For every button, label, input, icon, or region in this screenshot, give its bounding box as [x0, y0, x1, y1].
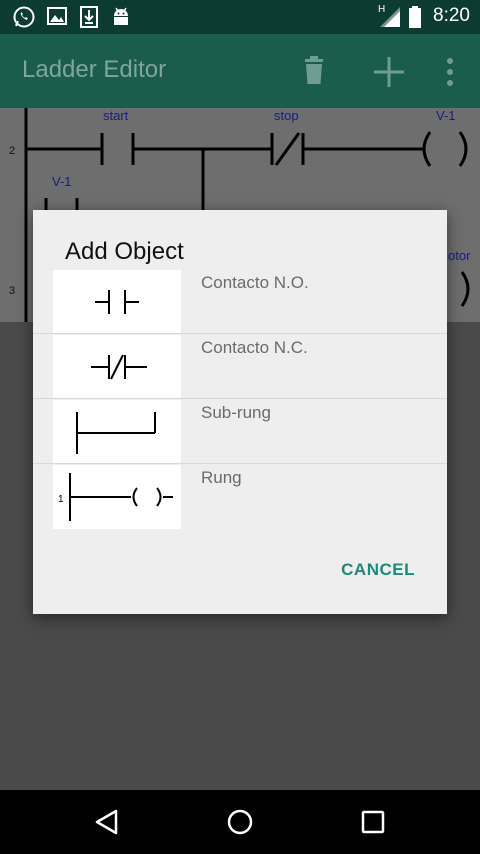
download-icon — [80, 6, 98, 28]
whatsapp-icon — [13, 6, 35, 28]
divider — [33, 463, 447, 464]
add-object-dialog: Add Object Contacto N.O. Contacto N.C. S… — [33, 210, 447, 614]
delete-icon — [305, 56, 323, 84]
option-thumbnail — [53, 335, 181, 399]
recents-icon — [361, 810, 385, 834]
back-icon — [95, 809, 118, 835]
add-button[interactable] — [369, 52, 409, 92]
android-icon — [114, 7, 128, 25]
option-label: Sub-rung — [201, 403, 271, 422]
home-icon — [227, 809, 253, 835]
option-label: Contacto N.C. — [201, 338, 308, 357]
add-icon — [374, 57, 404, 87]
contact-label: start — [103, 108, 129, 123]
option-thumbnail — [53, 400, 181, 464]
option-normally-closed-contact[interactable]: Contacto N.C. — [33, 335, 447, 399]
more-vert-icon — [447, 58, 453, 86]
app-title: Ladder Editor — [22, 56, 167, 83]
divider — [33, 333, 447, 334]
navigation-bar — [0, 790, 480, 854]
coil-label: otor — [448, 248, 471, 263]
battery-icon — [409, 6, 421, 28]
rung-number: 2 — [9, 145, 15, 157]
rung-number: 3 — [9, 285, 15, 297]
clock: 8:20 — [433, 5, 470, 26]
recents-button[interactable] — [353, 802, 393, 842]
sub-rung-icon — [76, 412, 156, 454]
home-button[interactable] — [220, 802, 260, 842]
more-options-button[interactable] — [430, 52, 470, 92]
normally-open-contact-icon — [95, 290, 139, 314]
contact-label: stop — [274, 108, 299, 123]
app-bar: Ladder Editor — [0, 34, 480, 108]
option-label: Rung — [201, 468, 242, 487]
option-normally-open-contact[interactable]: Contacto N.O. — [33, 270, 447, 334]
normally-closed-contact-icon — [91, 354, 147, 380]
delete-button[interactable] — [294, 52, 334, 92]
option-label: Contacto N.O. — [201, 273, 309, 292]
contact-label: V-1 — [52, 174, 72, 189]
cancel-button[interactable]: CANCEL — [341, 560, 415, 580]
divider — [33, 398, 447, 399]
signal-icon — [380, 7, 400, 27]
coil-label: V-1 — [436, 108, 456, 123]
option-thumbnail — [53, 270, 181, 334]
image-icon — [47, 7, 67, 25]
rung-icon-number: 1 — [58, 494, 64, 505]
option-rung[interactable]: 1 Rung — [33, 465, 447, 529]
dialog-title: Add Object — [65, 238, 184, 265]
status-bar: H 8:20 — [0, 0, 480, 34]
option-thumbnail: 1 — [53, 465, 181, 529]
rung-icon: 1 — [58, 473, 173, 521]
back-button[interactable] — [87, 802, 127, 842]
option-sub-rung[interactable]: Sub-rung — [33, 400, 447, 464]
